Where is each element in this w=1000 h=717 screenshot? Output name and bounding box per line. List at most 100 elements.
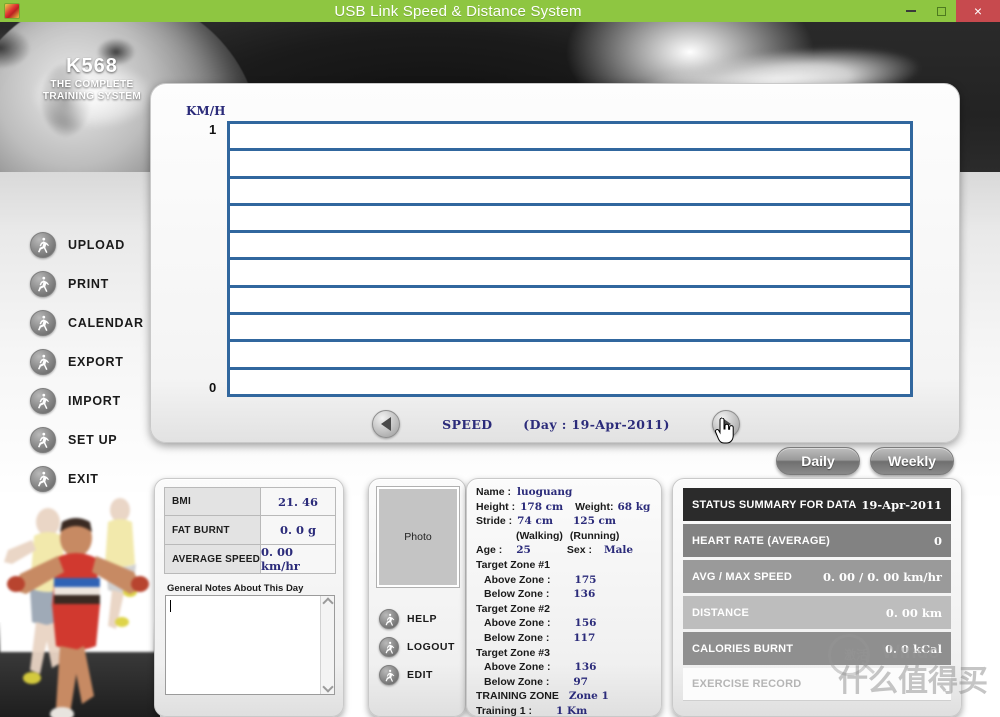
chart-next-day-button[interactable] [711,410,740,438]
chevron-down-icon[interactable] [321,681,334,693]
chart-panel: KM/H 1 0 SPEED (Day : 19-Apr-2011) [150,83,960,443]
chart-y-tick-min: 0 [209,380,217,395]
runners-photo [0,492,155,717]
status-summary-panel: STATUS SUMMARY FOR DATA 19-Apr-2011 HEAR… [672,478,962,717]
summary-metrics-panel: BMI 21. 46 FAT BURNT 0. 0 g AVERAGE SPEE… [154,478,344,717]
training-zone-value: Zone 1 [568,690,609,703]
help-button[interactable]: HELP [379,605,465,633]
zone2-title: Target Zone #2 [476,602,550,615]
notes-scrollbar[interactable] [320,596,334,694]
runner-icon [30,348,56,375]
chart-y-axis-label: KM/H [186,104,226,118]
metric-value: 0. 0 g [261,516,335,544]
runner-icon [30,309,56,336]
sidebar-item-label: IMPORT [68,393,121,408]
sidebar-item-exit[interactable]: EXIT [0,459,155,498]
zone3-title: Target Zone #3 [476,646,550,659]
metric-label: FAT BURNT [165,516,261,544]
info-row-zone2-below: Below Zone : 117 [476,632,654,647]
daily-button[interactable]: Daily [776,447,860,475]
chevron-up-icon[interactable] [321,597,334,609]
status-value: 0. 0 kCal [885,641,942,656]
photo-actions-panel: Photo HELP LOGOUT EDIT [368,478,466,717]
edit-button[interactable]: EDIT [379,661,465,689]
chart-gridline [230,206,910,234]
status-value: 19-Apr-2011 [861,497,942,512]
status-row-distance: DISTANCE 0. 00 km [683,596,951,629]
stride-running-note: (Running) [569,529,620,542]
runner-icon [379,665,399,685]
user-info-panel: Name : luoguang Height : 178 cm Weight: … [466,478,662,717]
age-value: 25 [516,544,531,557]
weight-value: 68 kg [617,500,651,513]
sidebar-item-upload[interactable]: UPLOAD [0,225,155,264]
notes-input[interactable] [165,595,335,695]
info-row-zone3-title: Target Zone #3 [476,647,654,662]
weekly-button[interactable]: Weekly [870,447,954,475]
action-label: EDIT [407,669,433,681]
status-value: 0. 00 km [885,605,942,620]
metric-value: 0. 00 km/hr [261,545,335,573]
metric-value: 21. 46 [261,488,335,515]
runner-icon [30,231,56,258]
info-row-training1: Training 1 : 1 Km [476,705,654,717]
stride-running-value: 125 cm [572,515,617,528]
chart-gridline [230,179,910,206]
height-label: Height : [476,500,516,513]
left-arrow-icon [381,417,392,431]
minimize-button[interactable] [896,0,926,22]
window-title: USB Link Speed & Distance System [334,2,582,20]
notes-label: General Notes About This Day [167,583,304,594]
maximize-icon [936,6,946,16]
photo-actions-list: HELP LOGOUT EDIT [379,605,465,689]
sidebar-item-calendar[interactable]: CALENDAR [0,303,155,342]
weight-label: Weight: [575,500,614,513]
chart-metric-label: SPEED [442,416,493,432]
runner-icon [30,387,56,414]
zone2-below-value: 117 [573,631,596,644]
right-arrow-icon [720,417,731,431]
logout-button[interactable]: LOGOUT [379,633,465,661]
name-value: luoguang [517,486,573,498]
chart-gridline [230,233,910,261]
runner-icon [30,270,56,297]
chart-gridline [230,260,910,288]
chart-gridline [230,342,910,370]
logo-name: K568 [66,55,118,77]
info-row-name: Name : luoguang [476,486,654,501]
chart-gridline [230,288,910,316]
sidebar-menu: UPLOAD PRINT CALENDAR EXPORT IMPORT SET … [0,225,155,498]
photo-placeholder[interactable]: Photo [376,486,460,588]
table-row: AVERAGE SPEED 0. 00 km/hr [164,545,336,574]
info-row-zone2-above: Above Zone : 156 [476,617,654,632]
info-row-stride-notes: (Walking) (Running) [476,530,654,545]
zone1-below-value: 136 [573,588,596,601]
sidebar-item-export[interactable]: EXPORT [0,342,155,381]
sidebar-item-label: EXPORT [68,354,124,369]
logo-tagline-1: THE COMPLETE [50,79,134,90]
logo-tagline-2: TRAINING SYSTEM [42,91,142,102]
zone3-above-value: 136 [574,661,597,674]
sex-label: Sex : [566,544,592,557]
info-row-zone3-above: Above Zone : 136 [476,661,654,676]
runner-icon [379,609,399,629]
status-row-exercise-record: EXERCISE RECORD [683,668,951,701]
table-row: FAT BURNT 0. 0 g [164,516,336,545]
status-row-speed: AVG / MAX SPEED 0. 00 / 0. 00 km/hr [683,560,951,593]
info-row-zone1-title: Target Zone #1 [476,559,654,574]
sidebar-item-print[interactable]: PRINT [0,264,155,303]
sidebar-item-setup[interactable]: SET UP [0,420,155,459]
runner-icon [379,637,399,657]
zone2-above-label: Above Zone : [484,617,551,630]
maximize-button[interactable] [926,0,956,22]
sidebar-item-import[interactable]: IMPORT [0,381,155,420]
chart-prev-day-button[interactable] [372,410,401,438]
status-row-calories: CALORIES BURNT 0. 0 kCal [683,632,951,665]
action-label: HELP [407,613,438,625]
training-zone-label: TRAINING ZONE [476,690,559,703]
chart-plot-area[interactable] [227,121,913,397]
status-label: CALORIES BURNT [692,642,794,655]
training1-value: 1 Km [556,704,588,717]
stride-label: Stride : [476,515,513,528]
close-button[interactable]: × [956,0,1000,22]
